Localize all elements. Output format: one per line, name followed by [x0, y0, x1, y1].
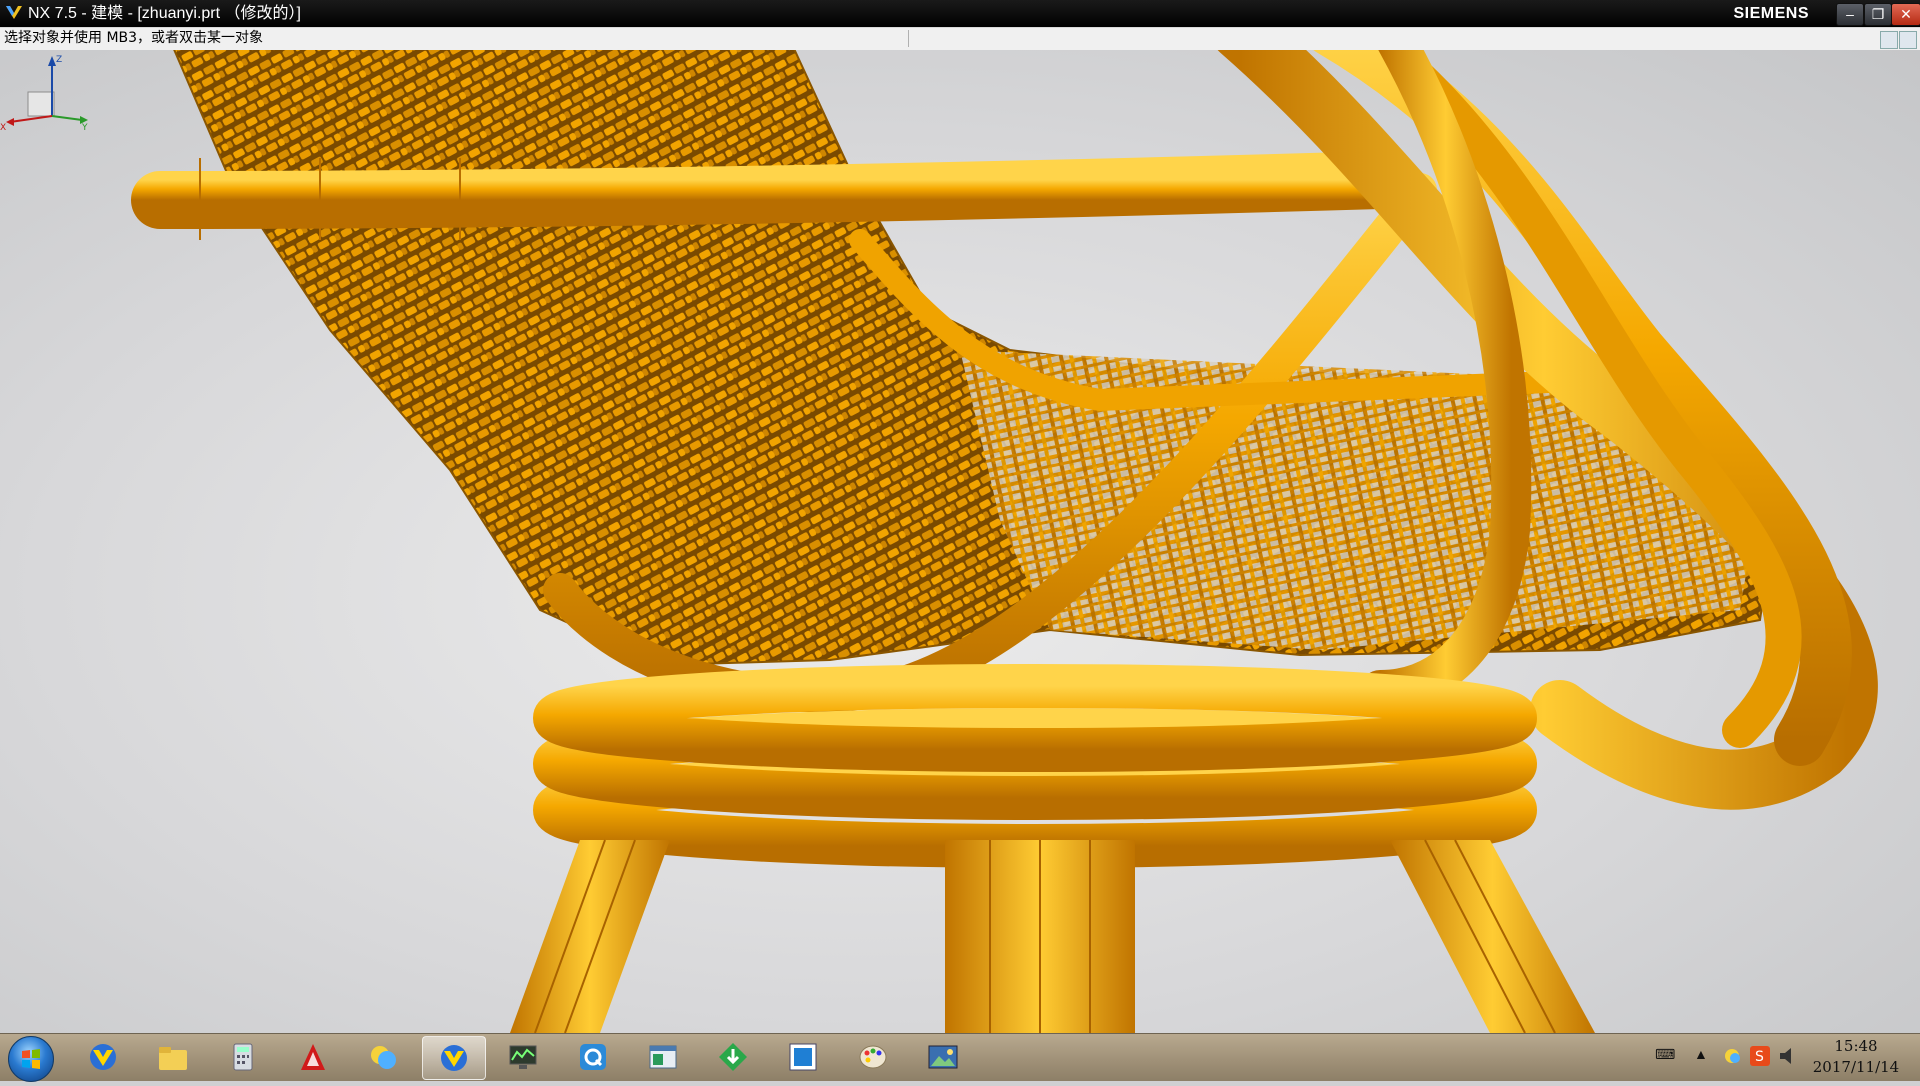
triad-y-label: Y	[81, 123, 88, 130]
q-icon	[580, 1044, 606, 1070]
windows-logo-icon	[22, 1049, 40, 1069]
clock-date: 2017/11/14	[1812, 1058, 1900, 1076]
minimize-icon: –	[1846, 6, 1854, 22]
download-icon	[719, 1043, 747, 1071]
window-icon	[649, 1045, 677, 1069]
system-clock[interactable]: 15:48 2017/11/14	[1808, 1036, 1904, 1078]
taskbar-calculator[interactable]	[212, 1036, 274, 1078]
cue-message: 选择对象并使用 MB3，或者双击某一对象	[4, 30, 264, 46]
svg-text:S: S	[1755, 1049, 1764, 1065]
graphics-window[interactable]: Z X Y	[0, 50, 1920, 1033]
close-icon: ✕	[1900, 6, 1912, 22]
keyboard-icon[interactable]: ⌨	[1655, 1046, 1675, 1066]
network-icon[interactable]	[1722, 1046, 1742, 1066]
minimize-button[interactable]: –	[1836, 3, 1864, 26]
taskbar-chat[interactable]	[352, 1036, 414, 1078]
cue-line: 选择对象并使用 MB3，或者双击某一对象	[0, 27, 1920, 51]
autocad-icon	[301, 1044, 325, 1070]
sogou-icon[interactable]: S	[1750, 1046, 1770, 1066]
nx-logo-icon	[6, 6, 22, 19]
taskbar-q-app[interactable]	[562, 1036, 624, 1078]
blue-square-icon	[789, 1043, 817, 1071]
taskbar-blue-app[interactable]	[772, 1036, 834, 1078]
leg-left	[510, 840, 670, 1033]
show-hidden-icon[interactable]: ▲	[1694, 1046, 1708, 1066]
monitor-icon	[509, 1045, 537, 1069]
picture-viewer-icon	[928, 1045, 958, 1069]
leg-right	[1390, 840, 1595, 1033]
triad-z-label: Z	[56, 55, 62, 65]
taskbar-download[interactable]	[702, 1036, 764, 1078]
paint-icon	[859, 1045, 887, 1069]
nx-app-icon	[441, 1045, 467, 1071]
taskbar-window-app[interactable]	[632, 1036, 694, 1078]
status-window-icon[interactable]	[1899, 31, 1917, 49]
taskbar-picture-viewer[interactable]	[912, 1036, 974, 1078]
chat-icon	[371, 1046, 396, 1069]
taskbar-explorer[interactable]	[142, 1036, 204, 1078]
triad-x-label: X	[0, 123, 6, 130]
wcs-triad: Z X Y	[0, 55, 88, 130]
selection-filter-icon[interactable]	[1880, 31, 1898, 49]
clock-time: 15:48	[1834, 1037, 1878, 1055]
restore-button[interactable]: ❐	[1864, 3, 1892, 26]
taskbar-autocad[interactable]	[282, 1036, 344, 1078]
calculator-icon	[233, 1043, 253, 1071]
restore-icon: ❐	[1871, 6, 1885, 22]
title-bar[interactable]: NX 7.5 - 建模 - [zhuanyi.prt （修改的）] SIEMEN…	[0, 0, 1920, 27]
chair-model[interactable]	[0, 50, 1920, 1033]
start-button[interactable]	[8, 1036, 54, 1082]
window-title: NX 7.5 - 建模 - [zhuanyi.prt （修改的）]	[28, 5, 301, 22]
armrest-tube	[131, 151, 1409, 229]
taskbar-nx[interactable]	[72, 1036, 134, 1078]
taskbar-paint[interactable]	[842, 1036, 904, 1078]
close-button[interactable]: ✕	[1891, 3, 1920, 26]
taskbar-monitor[interactable]	[492, 1036, 554, 1078]
volume-icon[interactable]	[1778, 1046, 1798, 1066]
taskbar: ⌨ ▲ S 15:48 2017/11/14	[0, 1033, 1920, 1082]
nx-app-icon	[90, 1044, 116, 1070]
taskbar-nx-active[interactable]	[422, 1036, 486, 1080]
brand-logo: SIEMENS	[1733, 5, 1809, 22]
folder-icon	[159, 1047, 187, 1070]
cue-line-divider	[908, 30, 909, 47]
